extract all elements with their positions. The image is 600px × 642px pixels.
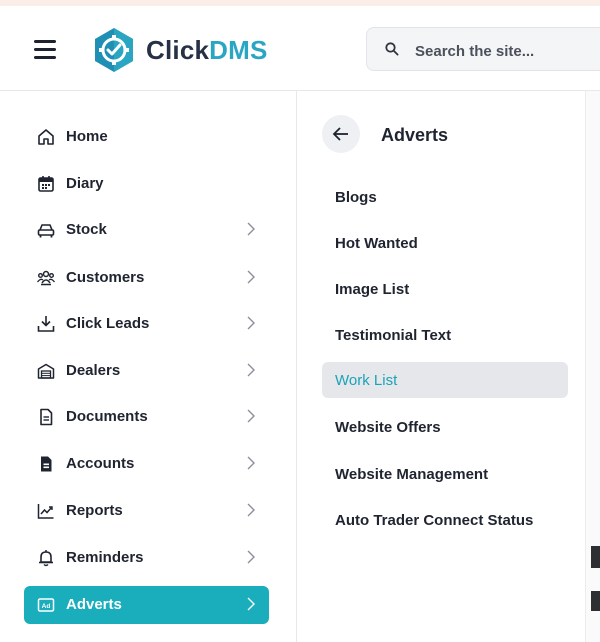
chevron-right-icon	[247, 550, 255, 564]
subpanel-item-label: Image List	[335, 281, 410, 298]
accounts-file-icon	[41, 456, 52, 472]
subpanel-item-label: Auto Trader Connect Status	[335, 512, 534, 529]
subpanel-item-hot-wanted[interactable]: Hot Wanted	[322, 225, 568, 261]
search-icon	[385, 42, 399, 56]
click-dms-logo-icon	[95, 28, 133, 72]
download-tray-icon	[37, 316, 55, 332]
chevron-right-icon	[247, 597, 255, 611]
search-box[interactable]	[366, 27, 600, 71]
car-icon	[37, 224, 55, 238]
subpanel-item-label: Website Management	[335, 466, 489, 483]
subpanel-item-work-list[interactable]: Work List	[322, 362, 568, 398]
sidebar-item-label: Home	[66, 128, 108, 145]
subpanel-item-blogs[interactable]: Blogs	[322, 179, 568, 215]
sidebar-item-dealers[interactable]: Dealers	[24, 352, 269, 390]
subpanel-item-website-offers[interactable]: Website Offers	[322, 409, 568, 445]
sidebar-item-home[interactable]: Home	[24, 118, 269, 156]
bell-icon	[39, 550, 53, 567]
header: ClickDMS	[0, 6, 600, 91]
subpanel-item-label: Testimonial Text	[335, 327, 452, 344]
chevron-right-icon	[247, 456, 255, 470]
hamburger-icon[interactable]	[34, 40, 56, 59]
sidebar-item-diary[interactable]: Diary	[24, 165, 269, 203]
sidebar-item-label: Documents	[66, 408, 148, 425]
sidebar-item-label: Customers	[66, 269, 145, 286]
subpanel-item-label: Website Offers	[335, 419, 441, 436]
sidebar-item-label: Stock	[66, 221, 107, 238]
sidebar-item-label: Reminders	[66, 549, 144, 566]
subpanel: Adverts Blogs Hot Wanted Image List Test…	[297, 91, 585, 642]
subpanel-item-label: Work List	[335, 372, 398, 389]
background-edge-mark	[591, 546, 600, 568]
users-icon	[37, 270, 55, 286]
chevron-right-icon	[247, 316, 255, 330]
sidebar-item-label: Diary	[66, 175, 104, 192]
subpanel-item-label: Blogs	[335, 189, 377, 206]
sidebar-item-accounts[interactable]: Accounts	[24, 445, 269, 483]
sidebar-item-customers[interactable]: Customers	[24, 259, 269, 297]
logo-text-dms: DMS	[209, 34, 268, 65]
sidebar-item-label: Click Leads	[66, 315, 150, 332]
subpanel-item-auto-trader-connect-status[interactable]: Auto Trader Connect Status	[322, 502, 568, 538]
document-icon	[40, 408, 53, 426]
logo-text-click: Click	[146, 34, 210, 65]
sidebar-item-adverts[interactable]: Ad Adverts	[24, 586, 269, 624]
subpanel-item-label: Hot Wanted	[335, 235, 418, 252]
search-input[interactable]	[413, 37, 600, 65]
chevron-right-icon	[247, 363, 255, 377]
chevron-right-icon	[247, 270, 255, 284]
home-icon	[38, 129, 54, 145]
sidebar-item-documents[interactable]: Documents	[24, 398, 269, 436]
sidebar: Home Diary Stock Customers Click Leads D…	[0, 91, 297, 642]
chevron-right-icon	[247, 503, 255, 517]
back-button[interactable]	[322, 115, 360, 153]
sidebar-item-label: Accounts	[66, 455, 135, 472]
subpanel-item-testimonial-text[interactable]: Testimonial Text	[322, 317, 568, 353]
sidebar-item-label: Reports	[66, 502, 123, 519]
subpanel-item-image-list[interactable]: Image List	[322, 271, 568, 307]
ad-icon: Ad	[37, 598, 55, 612]
garage-icon	[37, 363, 55, 379]
chevron-right-icon	[247, 222, 255, 236]
sidebar-item-click-leads[interactable]: Click Leads	[24, 305, 269, 343]
sidebar-item-label: Adverts	[66, 596, 122, 613]
calendar-icon	[38, 176, 54, 192]
sidebar-item-reports[interactable]: Reports	[24, 492, 269, 530]
background-edge-mark	[591, 591, 600, 611]
sidebar-item-stock[interactable]: Stock	[24, 211, 269, 249]
logo[interactable]: ClickDMS	[90, 26, 268, 74]
chevron-right-icon	[247, 409, 255, 423]
chart-line-icon	[37, 504, 54, 519]
sidebar-item-reminders[interactable]: Reminders	[24, 539, 269, 577]
subpanel-item-website-management[interactable]: Website Management	[322, 456, 568, 492]
svg-text:Ad: Ad	[42, 603, 51, 610]
sidebar-item-label: Dealers	[66, 362, 121, 379]
subpanel-title: Adverts	[381, 125, 449, 145]
arrow-left-icon	[332, 127, 348, 141]
logo-text: ClickDMS	[146, 35, 268, 66]
background-page-edge	[585, 91, 600, 642]
